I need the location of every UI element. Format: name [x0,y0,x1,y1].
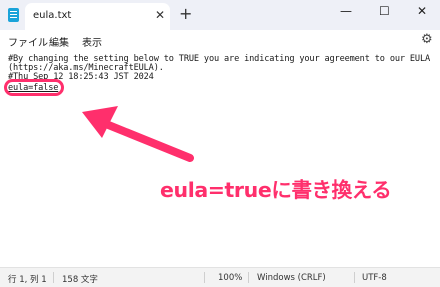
zoom-level[interactable]: 100% [218,273,242,283]
close-window-button[interactable]: ✕ [417,4,427,18]
encoding[interactable]: UTF-8 [362,273,387,283]
status-divider [204,272,205,283]
menu-edit[interactable]: 編集 [49,34,69,49]
menu-view[interactable]: 表示 [82,34,102,49]
line-ending[interactable]: Windows (CRLF) [257,273,326,283]
menu-bar: ファイル 編集 表示 ⚙ [0,30,440,52]
status-divider [53,272,54,283]
tab-eula-txt[interactable]: eula.txt ✕ [25,3,170,30]
text-editor[interactable]: #By changing the setting below to TRUE y… [0,52,440,267]
tab-close-icon[interactable]: ✕ [155,8,165,22]
character-count: 158 文字 [62,275,98,285]
tab-title: eula.txt [33,10,72,21]
status-divider [354,272,355,283]
menu-file[interactable]: ファイル [8,34,48,49]
title-bar: eula.txt ✕ + — ☐ ✕ [0,0,440,30]
status-divider [248,272,249,283]
annotation-text: eula=trueに書き換える [160,178,392,202]
notepad-icon [8,8,19,22]
minimize-button[interactable]: — [340,4,352,18]
maximize-button[interactable]: ☐ [379,4,390,18]
status-bar: 行 1, 列 1 158 文字 100% Windows (CRLF) UTF-… [0,267,440,287]
highlight-circle [4,79,64,96]
gear-icon[interactable]: ⚙ [421,32,433,47]
cursor-position: 行 1, 列 1 [8,275,47,285]
new-tab-button[interactable]: + [179,5,192,23]
